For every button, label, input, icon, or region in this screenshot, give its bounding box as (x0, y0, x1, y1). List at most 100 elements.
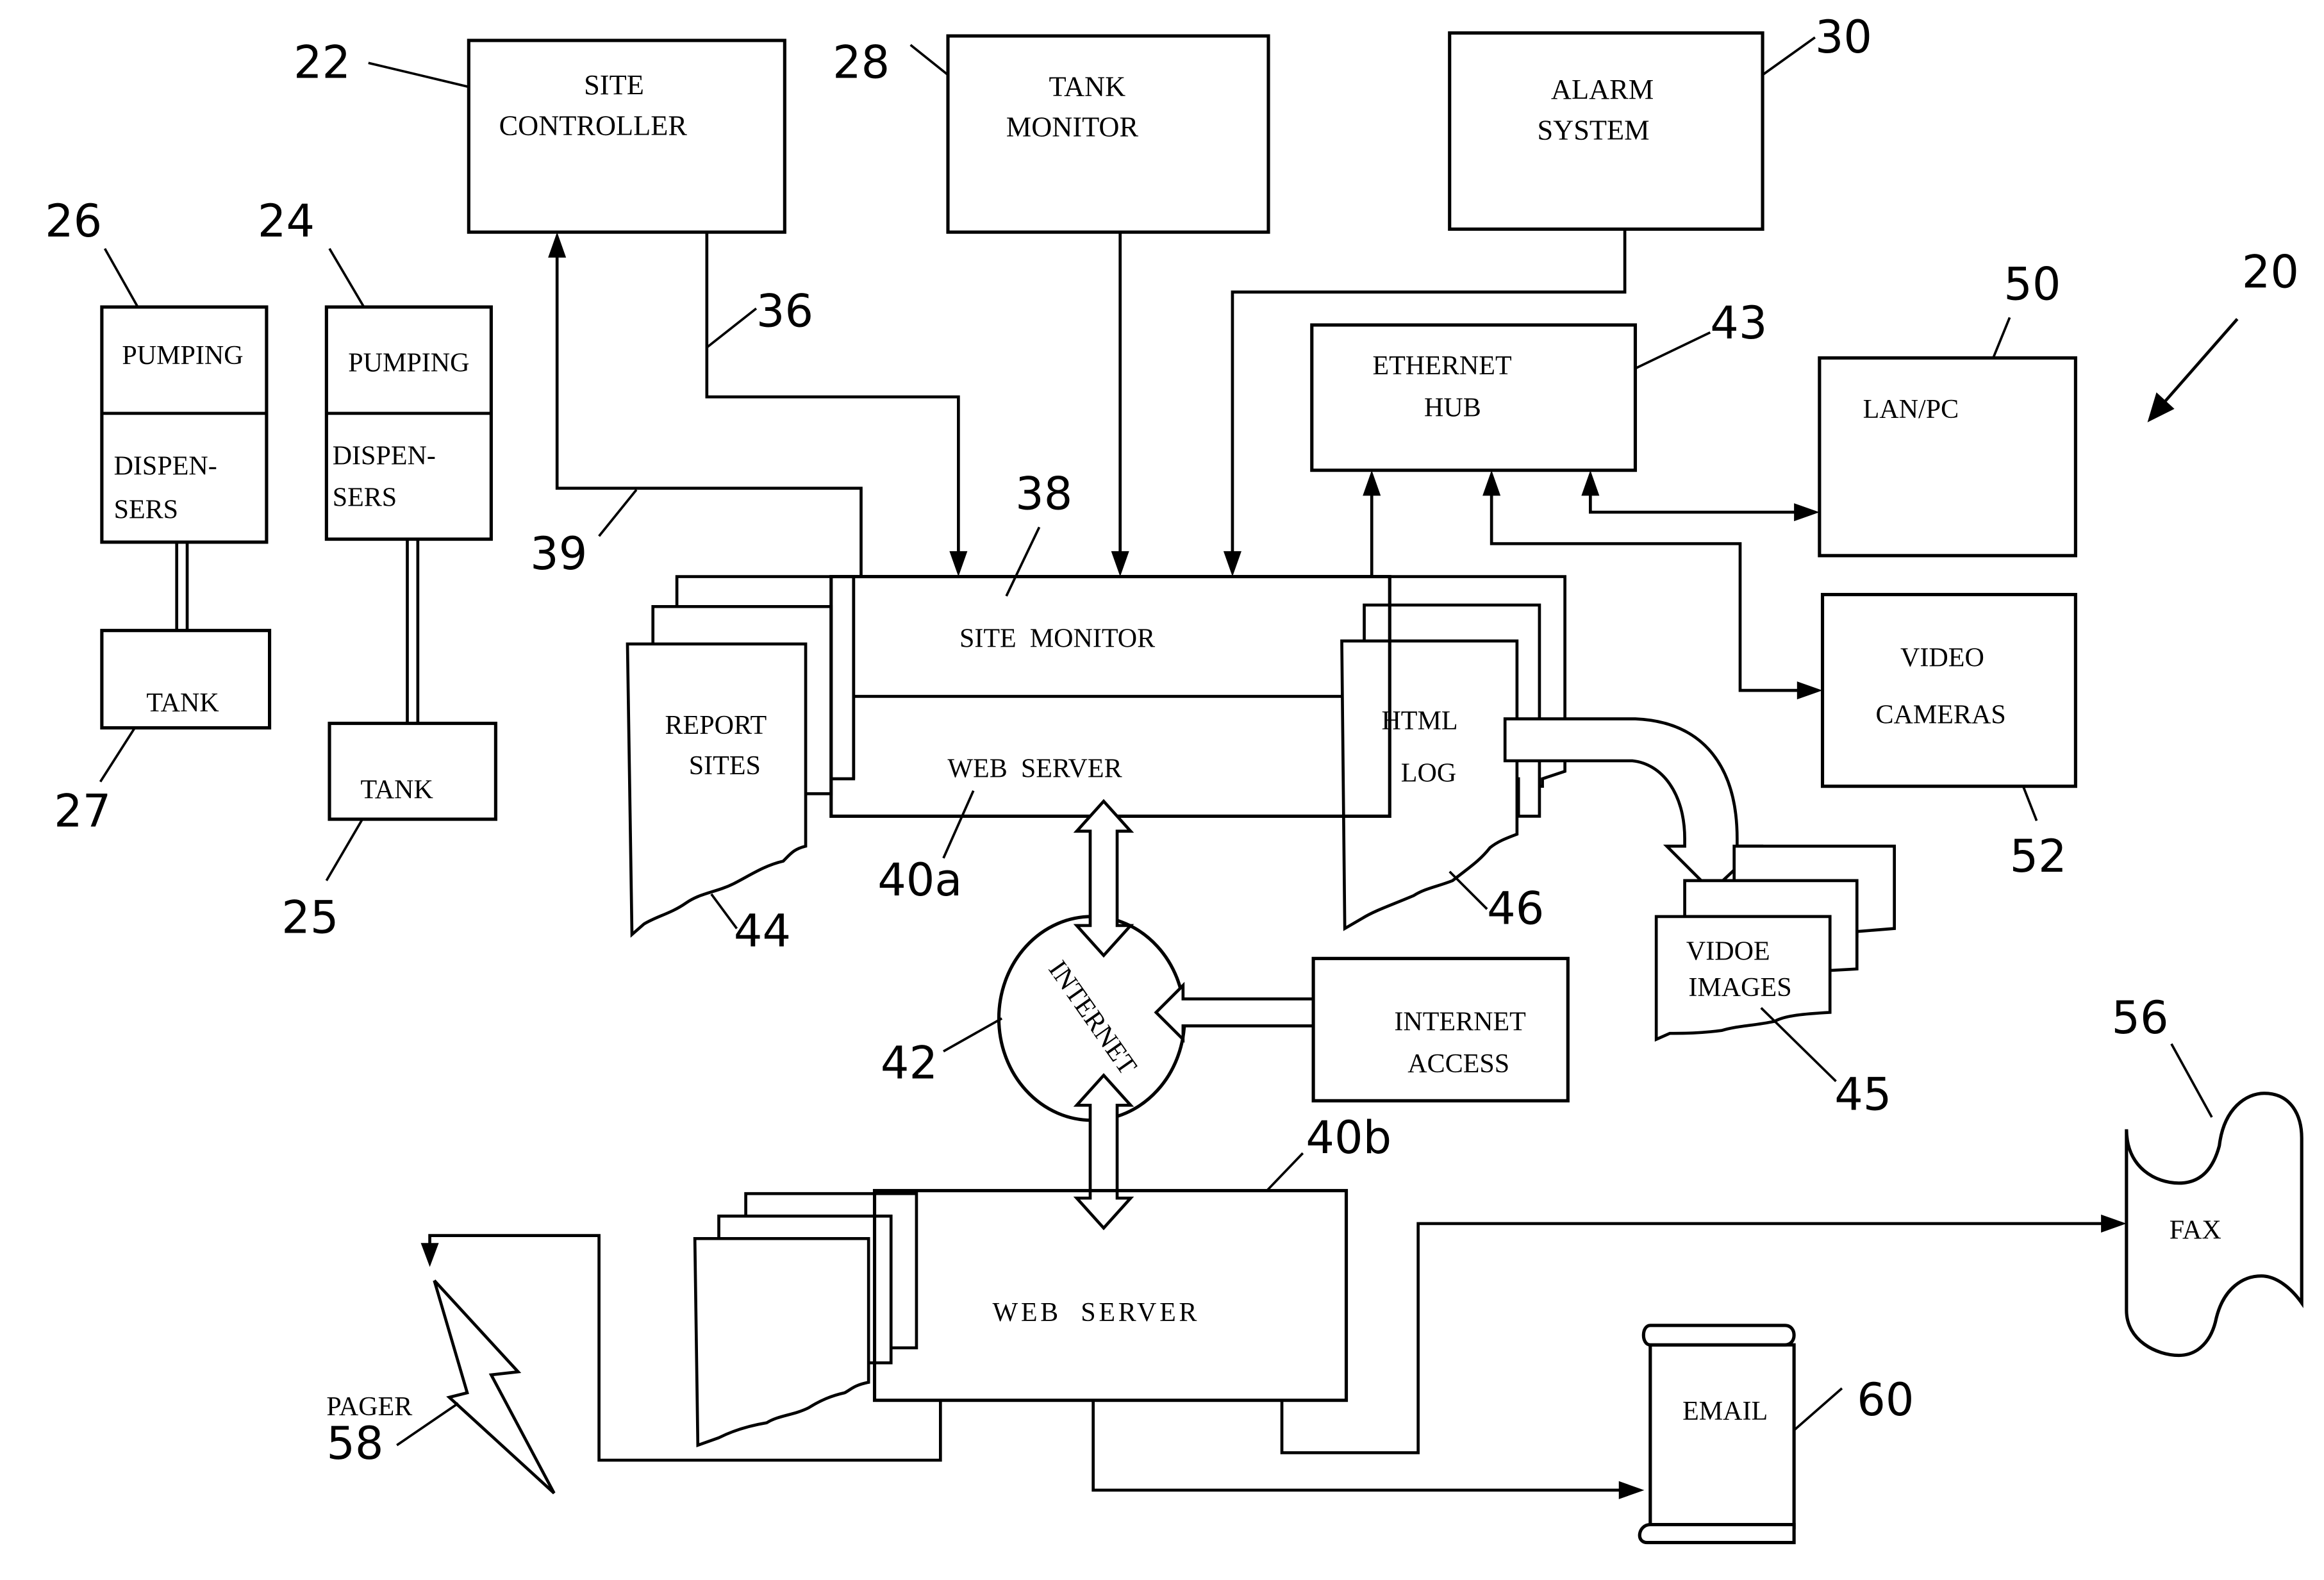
ref-43: 43 (1710, 297, 1767, 349)
lan-pc-label: LAN/PC (1863, 395, 1959, 424)
leader-38 (1005, 526, 1041, 597)
leader-27 (99, 727, 136, 783)
lan-pc-block: LAN/PC (1818, 356, 2077, 558)
ref-46: 46 (1487, 883, 1544, 935)
video-cameras-label-line2: CAMERAS (1875, 701, 2005, 730)
site-controller-label-line1: SITE (584, 69, 644, 101)
connection-39 (555, 247, 863, 577)
report-sites-label-line1: REPORT (665, 711, 767, 740)
leader-26 (103, 247, 139, 308)
leader-46 (1448, 870, 1488, 910)
site-controller-label-line2: CONTROLLER (499, 109, 688, 141)
ref-27: 27 (54, 785, 111, 838)
ethernet-hub-block: ETHERNET HUB (1310, 323, 1638, 472)
web-server-a-label: WEB SERVER (947, 754, 1122, 784)
ref-50: 50 (2004, 258, 2061, 310)
ref-20: 20 (2242, 246, 2299, 299)
ref-42: 42 (881, 1036, 938, 1089)
leader-40a (942, 790, 975, 859)
tank-monitor-label-line2: MONITOR (1006, 111, 1139, 143)
ethernet-hub-label-line2: HUB (1424, 394, 1481, 423)
site-controller-block: SITE CONTROLLER (467, 38, 786, 234)
ref-36: 36 (756, 285, 813, 337)
leader-43 (1634, 331, 1711, 370)
video-images-label-line1: VIDOE (1686, 937, 1770, 967)
tank-27-label: TANK (146, 688, 219, 718)
leader-28 (909, 44, 949, 76)
ethernet-hub-label-line1: ETHERNET (1372, 351, 1511, 381)
ref-40a: 40a (877, 854, 962, 906)
leader-45 (1760, 1007, 1837, 1083)
tank-monitor-label-line1: TANK (1049, 71, 1125, 103)
leader-40b (1266, 1152, 1304, 1192)
fax-label: FAX (2170, 1215, 2221, 1245)
ref-45: 45 (1834, 1068, 1891, 1120)
tank-25-block: TANK (328, 721, 497, 821)
ref-39: 39 (530, 528, 587, 580)
alarm-system-label-line2: SYSTEM (1537, 113, 1649, 146)
pumping-24-label: PUMPING (348, 348, 469, 378)
internet-access-block: INTERNET ACCESS (1311, 956, 1570, 1102)
leader-39 (598, 488, 638, 537)
tank-monitor-block: TANK MONITOR (946, 34, 1270, 234)
video-cameras-label-line1: VIDEO (1900, 644, 1984, 673)
ref-56: 56 (2111, 992, 2168, 1044)
leader-60 (1793, 1387, 1843, 1431)
ref-25: 25 (281, 892, 338, 944)
leader-24 (328, 247, 365, 308)
dispensers-26-line1: DISPEN- (114, 452, 217, 481)
ref-58: 58 (326, 1417, 383, 1470)
internet-access-label-line1: INTERNET (1394, 1008, 1526, 1037)
web-server-a-internet-double-arrow (1073, 799, 1134, 958)
connection-36 (705, 232, 960, 562)
video-images-label-line2: IMAGES (1688, 973, 1791, 1002)
site-monitor-label: SITE MONITOR (959, 624, 1155, 653)
ref-30: 30 (1815, 11, 1872, 63)
internet-access-label-line2: ACCESS (1407, 1049, 1509, 1079)
alarm-system-block: ALARM SYSTEM (1448, 31, 1764, 231)
leader-44 (710, 893, 738, 929)
email-scroll-block: EMAIL (1638, 1324, 1796, 1545)
leader-52 (2021, 785, 2038, 822)
ref-26: 26 (45, 195, 102, 247)
dispensers-24-line1: DISPEN- (333, 441, 436, 470)
site-monitor-web-server-block: SITE MONITOR WEB SERVER (829, 574, 1391, 818)
tank-25-label: TANK (360, 775, 433, 804)
web-server-b-label: WEB SERVER (992, 1298, 1200, 1327)
report-sites-document-stack: REPORT SITES (626, 575, 856, 938)
dispensers-26-line2: SERS (114, 495, 178, 524)
ref-52: 52 (2010, 830, 2067, 883)
html-log-label-line1: HTML (1381, 706, 1457, 736)
tank-27-block: TANK (100, 629, 272, 730)
leader-30 (1761, 36, 1816, 76)
leader-25 (325, 819, 364, 881)
leader-56 (2170, 1043, 2213, 1118)
email-label: EMAIL (1682, 1397, 1768, 1426)
ref-22: 22 (294, 36, 351, 88)
connection-hub-lan-pc (1589, 485, 1805, 514)
video-images-document-stack: VIDOE IMAGES (1654, 844, 1897, 1042)
ref-40b: 40b (1306, 1111, 1391, 1164)
pumping-26-label: PUMPING (122, 341, 243, 370)
video-cameras-block: VIDEO CAMERAS (1820, 593, 2077, 788)
alarm-system-label-line1: ALARM (1551, 73, 1654, 105)
figure-ref-arrow (2161, 318, 2239, 406)
web-server-b-block: WEB SERVER (693, 1188, 1349, 1448)
ref-38: 38 (1015, 467, 1072, 520)
pumping-dispensers-24-block: PUMPING DISPEN- SERS (324, 305, 493, 541)
leader-36 (706, 307, 758, 349)
report-sites-label-line2: SITES (689, 751, 761, 781)
ref-44: 44 (734, 905, 791, 958)
html-log-label-line2: LOG (1401, 759, 1456, 788)
pager-lightning-icon (433, 1279, 556, 1495)
system-block-diagram: SITE CONTROLLER 22 TANK MONITOR 28 ALARM… (45, 11, 2303, 1545)
leader-50 (1992, 317, 2011, 359)
ref-60: 60 (1857, 1374, 1914, 1426)
html-log-to-video-images-arrow (1503, 717, 1764, 894)
fax-block: FAX (2125, 1092, 2303, 1358)
connection-email (1091, 1400, 1630, 1492)
pumping-dispensers-26-block: PUMPING DISPEN- SERS (100, 305, 269, 544)
leader-42 (943, 1017, 1003, 1052)
internet-web-server-b-double-arrow (1073, 1073, 1134, 1231)
ref-24: 24 (258, 195, 315, 247)
